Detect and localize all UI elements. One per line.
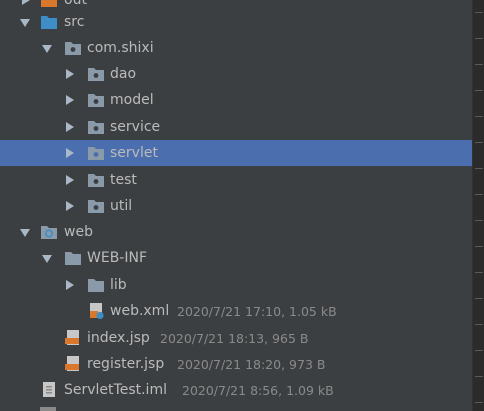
tree-item-src[interactable]: src <box>0 9 472 35</box>
tree-item-label: com.shixi <box>87 40 154 56</box>
jsp-file-icon <box>65 356 79 371</box>
module-file-icon <box>43 382 55 397</box>
tree-item-label: index.jsp <box>87 330 150 346</box>
file-icon <box>40 407 56 411</box>
file-meta: 2020/7/21 18:13, 965 B <box>160 331 309 346</box>
tree-item-label: servlet <box>110 145 158 161</box>
tree-item-partial[interactable] <box>0 403 472 411</box>
project-tree: out src com.shixi dao model service serv… <box>0 0 472 411</box>
tree-item-label: util <box>110 198 133 214</box>
tree-item-register-jsp[interactable]: register.jsp 2020/7/21 18:20, 973 B <box>0 351 472 377</box>
jsp-file-icon <box>65 330 79 345</box>
expand-arrow-icon[interactable] <box>66 201 74 211</box>
tree-item-web[interactable]: web <box>0 219 472 245</box>
expand-arrow-icon[interactable] <box>66 122 74 132</box>
collapse-arrow-icon[interactable] <box>20 19 30 27</box>
tree-item-label: web.xml <box>110 303 170 319</box>
tree-item-dao[interactable]: dao <box>0 61 472 87</box>
expand-arrow-icon[interactable] <box>22 0 30 5</box>
package-folder-icon <box>88 200 104 213</box>
file-meta: 2020/7/21 8:56, 1.09 kB <box>182 383 334 398</box>
tree-item-web-inf[interactable]: WEB-INF <box>0 245 472 271</box>
tree-item-index-jsp[interactable]: index.jsp 2020/7/21 18:13, 965 B <box>0 325 472 351</box>
expand-arrow-icon[interactable] <box>66 175 74 185</box>
tree-item-util[interactable]: util <box>0 193 472 219</box>
tree-item-model[interactable]: model <box>0 87 472 113</box>
expand-arrow-icon[interactable] <box>66 280 74 290</box>
excluded-folder-icon <box>41 0 57 7</box>
folder-icon <box>88 279 104 292</box>
expand-arrow-icon[interactable] <box>66 148 74 158</box>
tree-item-label: out <box>64 0 87 8</box>
tree-item-label: register.jsp <box>87 356 165 372</box>
tree-item-label: ServletTest.iml <box>64 382 167 398</box>
expand-arrow-icon[interactable] <box>66 69 74 79</box>
tree-item-web-xml[interactable]: web.xml 2020/7/21 17:10, 1.05 kB <box>0 298 472 324</box>
collapse-arrow-icon[interactable] <box>42 45 52 53</box>
tree-item-servlet[interactable]: servlet <box>0 140 472 166</box>
package-folder-icon <box>88 174 104 187</box>
collapse-arrow-icon[interactable] <box>20 229 30 237</box>
source-folder-icon <box>41 16 57 29</box>
tree-item-label: WEB-INF <box>87 250 147 266</box>
package-folder-icon <box>88 121 104 134</box>
folder-icon <box>65 252 81 265</box>
package-folder-icon <box>65 42 81 55</box>
file-meta: 2020/7/21 18:20, 973 B <box>177 357 326 372</box>
tree-item-label: service <box>110 119 161 135</box>
xml-file-icon <box>90 303 104 320</box>
expand-arrow-icon[interactable] <box>66 95 74 105</box>
package-folder-icon <box>88 68 104 81</box>
editor-gutter <box>472 0 484 411</box>
package-folder-icon <box>88 147 104 160</box>
tree-item-label: web <box>64 224 93 240</box>
tree-item-label: src <box>64 14 85 30</box>
tree-item-servlettest-iml[interactable]: ServletTest.iml 2020/7/21 8:56, 1.09 kB <box>0 377 472 403</box>
tree-item-test[interactable]: test <box>0 167 472 193</box>
tree-item-label: model <box>110 92 154 108</box>
collapse-arrow-icon[interactable] <box>42 255 52 263</box>
package-folder-icon <box>88 94 104 107</box>
tree-item-service[interactable]: service <box>0 114 472 140</box>
tree-item-label: test <box>110 172 137 188</box>
tree-item-lib[interactable]: lib <box>0 272 472 298</box>
tree-item-label: dao <box>110 66 137 82</box>
tree-item-com-shixi[interactable]: com.shixi <box>0 35 472 61</box>
web-folder-icon <box>41 226 57 239</box>
tree-item-label: lib <box>110 277 127 293</box>
file-meta: 2020/7/21 17:10, 1.05 kB <box>177 304 337 319</box>
